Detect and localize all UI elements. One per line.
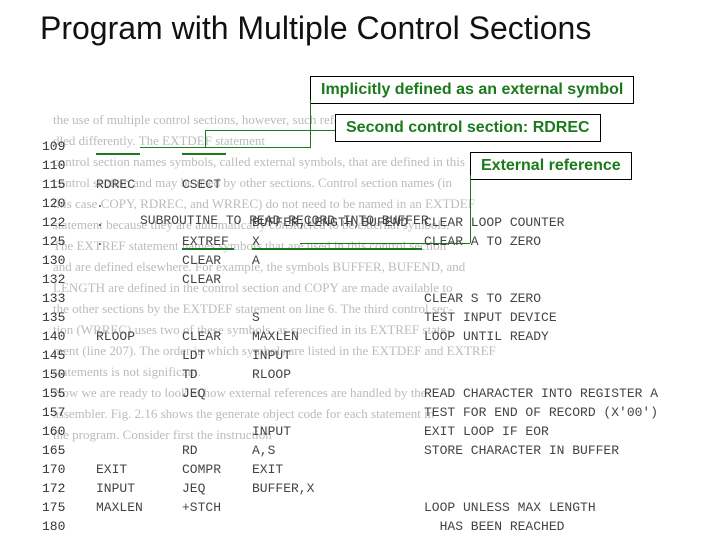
code-line-numbers: 109110115120 122125130 132133135140 1451… [42, 137, 65, 540]
code-comments: CLEAR LOOP COUNTERCLEAR A TO ZERO CLEAR … [424, 137, 658, 540]
code-opcodes: CSECT EXTREFCLEARCLEAR CLEARLDTTDJEQ RDC… [182, 137, 229, 540]
leader-2h [205, 130, 335, 131]
code-labels: RDREC... RLOOP EXITINPUTMAXLEN [96, 137, 143, 540]
code-operands: BUFFER,LENGTH,BUFENDXA SMAXLENINPUTRLOOP… [252, 137, 408, 540]
page-title: Program with Multiple Control Sections [40, 10, 680, 47]
callout-implicit-external: Implicitly defined as an external symbol [310, 76, 634, 104]
